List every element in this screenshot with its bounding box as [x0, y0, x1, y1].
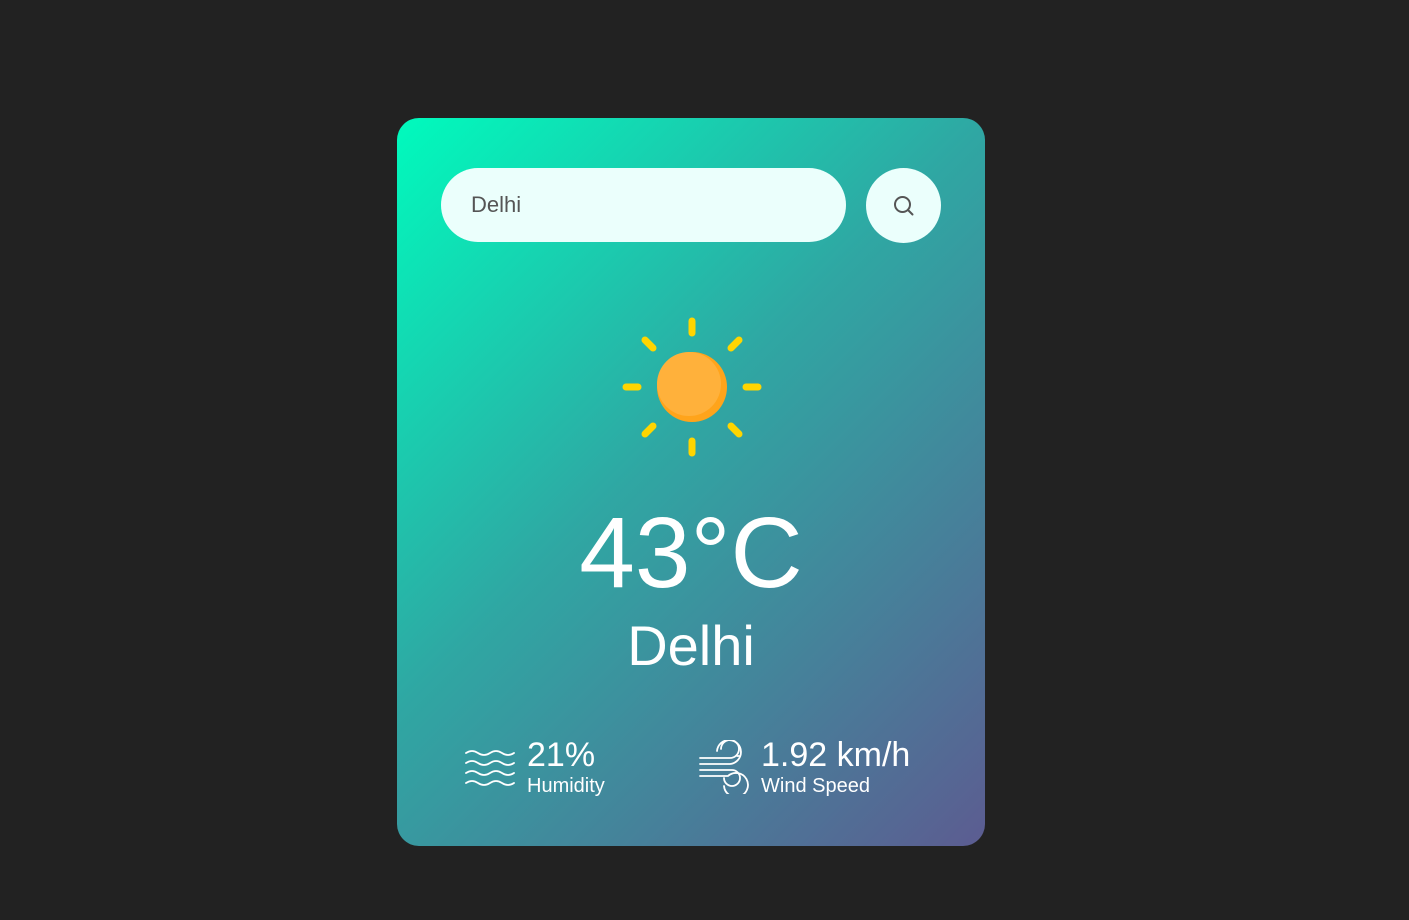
search-icon [893, 195, 913, 215]
search-input[interactable] [441, 168, 846, 242]
city-name: Delhi [627, 614, 755, 677]
weather-card: 43°C Delhi 21% Humidity [397, 118, 985, 846]
humidity-waves-icon [465, 750, 515, 786]
temperature: 43°C [579, 497, 803, 609]
weather-details: 21% Humidity 1.92 km/h Wind Speed [463, 732, 943, 802]
humidity-label: Humidity [527, 775, 605, 797]
search-button[interactable] [866, 168, 941, 243]
humidity-section: 21% Humidity [463, 732, 605, 802]
wind-speed-label: Wind Speed [761, 775, 870, 797]
search-bar [441, 168, 941, 243]
humidity-value: 21% [527, 736, 596, 774]
wind-icon [699, 740, 749, 794]
sun-icon [622, 317, 762, 457]
wind-speed-value: 1.92 km/h [761, 736, 911, 774]
wind-section: 1.92 km/h Wind Speed [697, 732, 910, 802]
